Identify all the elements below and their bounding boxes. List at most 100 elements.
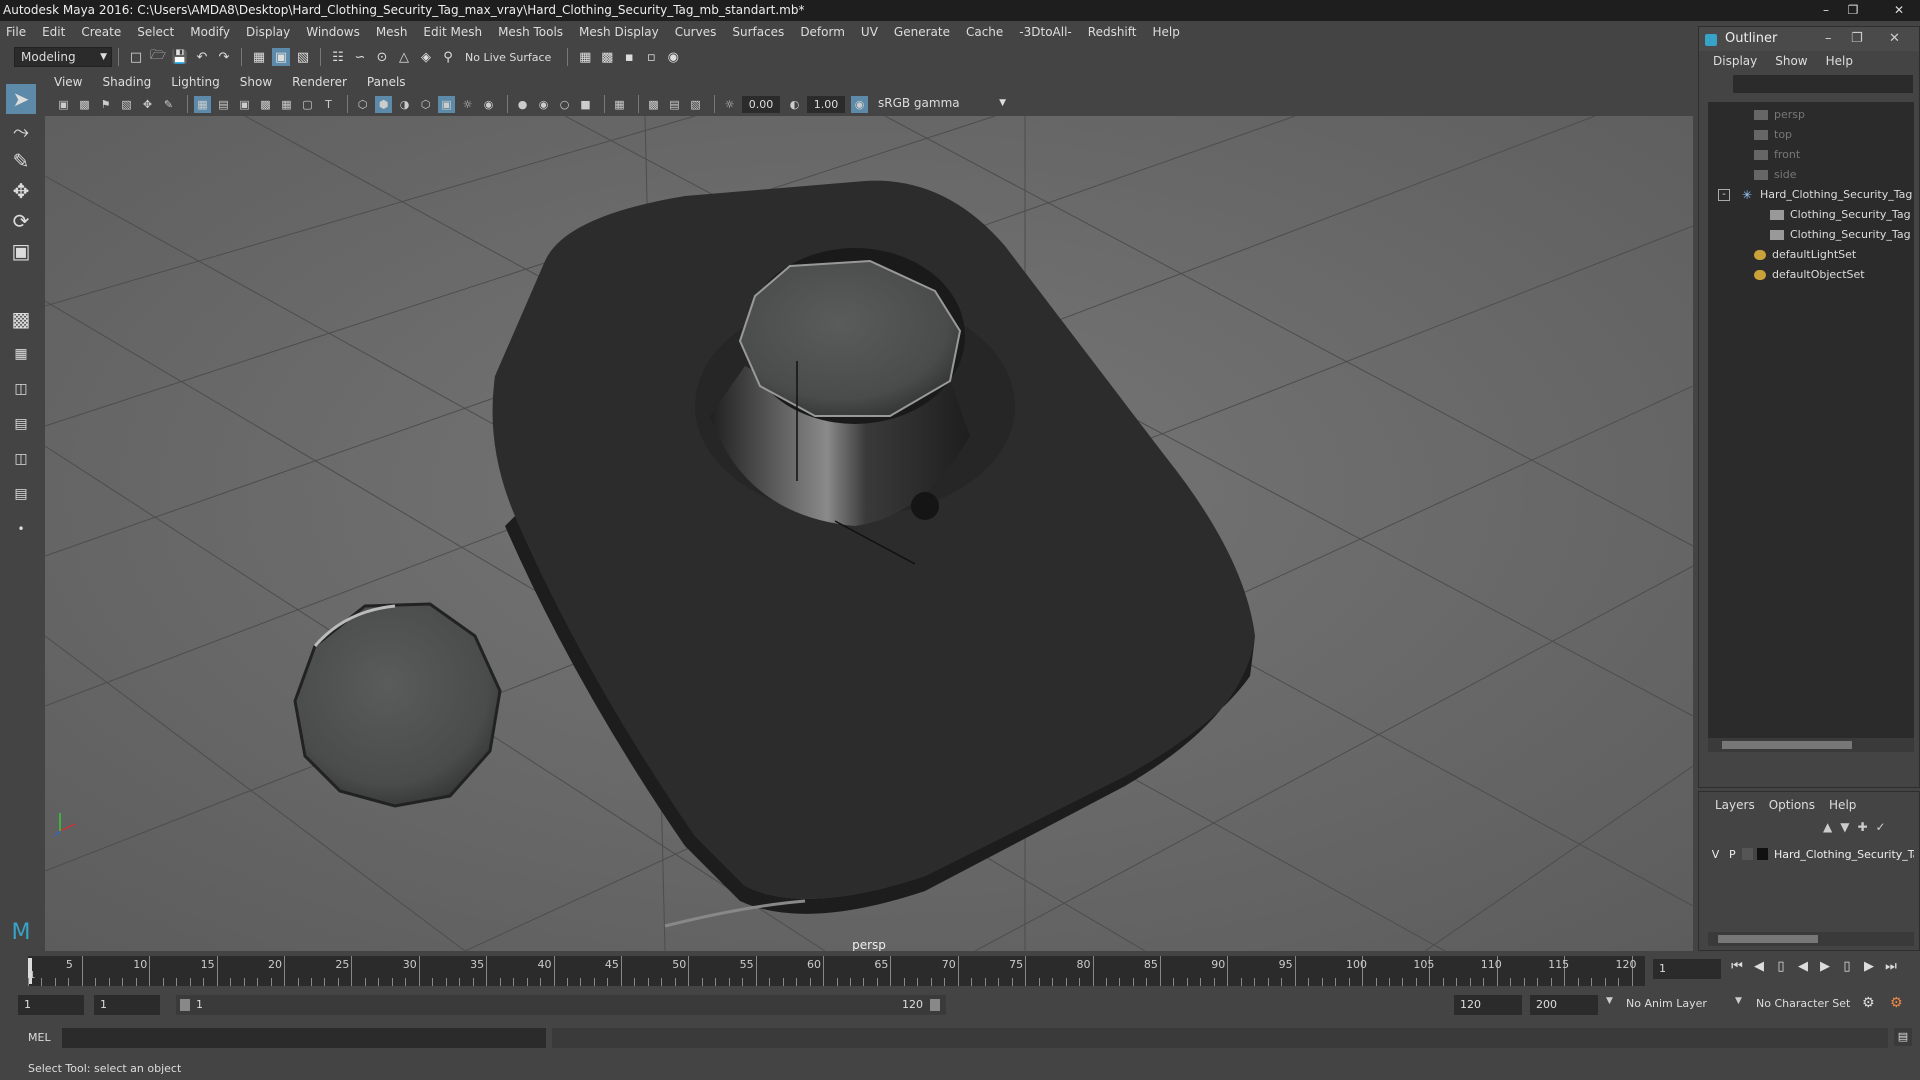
auto-key-icon[interactable]: ⚙ xyxy=(1862,995,1875,1011)
layer-visibility-toggle[interactable]: V xyxy=(1708,848,1723,861)
tree-item-mesh-2[interactable]: Clothing_Security_Tag xyxy=(1770,226,1914,244)
vp-menu-view[interactable]: View xyxy=(54,75,82,89)
select-tool-icon[interactable]: ➤ xyxy=(6,84,36,114)
menu-uv[interactable]: UV xyxy=(861,25,878,39)
render-current-icon[interactable]: ▪ xyxy=(620,48,638,66)
textured-icon[interactable]: ◉ xyxy=(480,96,497,113)
render-settings-icon[interactable]: ▦ xyxy=(576,48,594,66)
depth-of-field-icon[interactable]: ■ xyxy=(577,96,594,113)
antialiasing-icon[interactable]: ○ xyxy=(556,96,573,113)
two-d-pan-icon[interactable]: ✥ xyxy=(139,96,156,113)
menu-mesh[interactable]: Mesh xyxy=(376,25,408,39)
xray-joints-icon[interactable]: ▩ xyxy=(645,96,662,113)
undo-icon[interactable]: ↶ xyxy=(193,48,211,66)
step-back-frame-icon[interactable]: ▯ xyxy=(1770,959,1792,974)
restore-icon[interactable]: ❐ xyxy=(1842,0,1864,21)
command-input[interactable] xyxy=(62,1028,546,1048)
timeline-ruler[interactable]: 1 5 10 15 20 25 30 35 40 45 50 55 60 65 70 75 80 85 90 95 1… xyxy=(28,956,1645,986)
playback-start-field[interactable]: 1 xyxy=(94,995,160,1015)
menu-windows[interactable]: Windows xyxy=(306,25,360,39)
layout-two-icon[interactable]: ◫ xyxy=(6,374,36,404)
menu-cache[interactable]: Cache xyxy=(966,25,1003,39)
isolate-select-icon[interactable]: ▦ xyxy=(611,96,628,113)
exposure-icon[interactable]: ☼ xyxy=(721,96,738,113)
close-icon[interactable]: ✕ xyxy=(1889,27,1900,51)
menu-file[interactable]: File xyxy=(6,25,26,39)
layers-hscrollbar[interactable] xyxy=(1708,932,1914,946)
bookmark-icon[interactable]: ⚑ xyxy=(97,96,114,113)
lasso-tool-icon[interactable]: ⤳ xyxy=(6,116,36,146)
gamma-field[interactable]: 1.00 xyxy=(807,95,845,113)
snap-surface-icon[interactable]: ◈ xyxy=(417,48,435,66)
layers-menu-layers[interactable]: Layers xyxy=(1715,798,1755,812)
wireframe-icon[interactable]: ⬡ xyxy=(354,96,371,113)
restore-icon[interactable]: ❐ xyxy=(1851,27,1863,51)
scene-start-field[interactable]: 1 xyxy=(18,995,84,1015)
film-gate-icon[interactable]: ▤ xyxy=(215,96,232,113)
range-handle-end[interactable] xyxy=(930,999,940,1011)
gate-mask-icon[interactable]: ▩ xyxy=(257,96,274,113)
layout-graph-icon[interactable]: ◫ xyxy=(6,444,36,474)
menu-surfaces[interactable]: Surfaces xyxy=(732,25,784,39)
camera-attributes-icon[interactable]: ▩ xyxy=(76,96,93,113)
color-management-icon[interactable]: ◉ xyxy=(851,95,868,113)
scale-tool-icon[interactable]: ▣ xyxy=(6,236,36,266)
select-hierarchy-icon[interactable]: ▦ xyxy=(250,48,268,66)
menu-modify[interactable]: Modify xyxy=(190,25,230,39)
character-set-label[interactable]: No Character Set xyxy=(1756,997,1850,1010)
tree-item-top[interactable]: top xyxy=(1754,126,1792,144)
open-scene-icon[interactable]: 🗁 xyxy=(149,48,167,66)
minimize-icon[interactable]: – xyxy=(1815,0,1837,21)
wireframe-on-shaded-icon[interactable]: ⬡ xyxy=(417,96,434,113)
outliner-tree[interactable]: persp top front side - ✳ Hard_Clothing_Sec… xyxy=(1708,102,1914,752)
hscroll-thumb[interactable] xyxy=(1718,935,1818,943)
outliner-hscrollbar[interactable] xyxy=(1708,738,1914,752)
vp-menu-shading[interactable]: Shading xyxy=(102,75,151,89)
vp-menu-show[interactable]: Show xyxy=(240,75,272,89)
ipr-render-icon[interactable]: ▫ xyxy=(642,48,660,66)
tree-item-group[interactable]: - ✳ Hard_Clothing_Security_Tag xyxy=(1718,186,1914,204)
gamma-icon[interactable]: ◐ xyxy=(786,96,803,113)
default-material-icon[interactable]: ◑ xyxy=(396,96,413,113)
layers-menu-help[interactable]: Help xyxy=(1829,798,1856,812)
menu-deform[interactable]: Deform xyxy=(800,25,845,39)
grease-pencil-icon[interactable]: ✎ xyxy=(160,96,177,113)
hypershade-icon[interactable]: ◉ xyxy=(664,48,682,66)
vp-menu-renderer[interactable]: Renderer xyxy=(292,75,347,89)
3d-viewport[interactable]: persp xyxy=(45,116,1693,951)
outliner-menu-show[interactable]: Show xyxy=(1775,54,1807,68)
new-layer-icon[interactable]: ✚ xyxy=(1857,820,1867,834)
paint-select-tool-icon[interactable]: ✎ xyxy=(6,146,36,176)
snap-grid-icon[interactable]: ☷ xyxy=(329,48,347,66)
snap-curve-icon[interactable]: ∽ xyxy=(351,48,369,66)
lights-icon[interactable]: ☼ xyxy=(459,96,476,113)
menu-3dtoall[interactable]: -3DtoAll- xyxy=(1019,25,1071,39)
command-language-label[interactable]: MEL xyxy=(28,1031,51,1044)
resolution-gate-icon[interactable]: ▣ xyxy=(236,96,253,113)
outliner-menu-help[interactable]: Help xyxy=(1826,54,1853,68)
vp-menu-panels[interactable]: Panels xyxy=(367,75,406,89)
select-component-icon[interactable]: ▧ xyxy=(294,48,312,66)
tree-item-front[interactable]: front xyxy=(1754,146,1800,164)
layout-four-icon[interactable]: ▦ xyxy=(6,339,36,369)
collapse-icon[interactable]: - xyxy=(1718,189,1730,201)
menu-display[interactable]: Display xyxy=(246,25,290,39)
menu-create[interactable]: Create xyxy=(81,25,121,39)
current-frame-field[interactable]: 1 xyxy=(1653,959,1721,979)
color-space-dropdown[interactable]: sRGB gamma ▼ xyxy=(872,95,1010,113)
snap-point-icon[interactable]: ⊙ xyxy=(373,48,391,66)
layer-playback-toggle[interactable]: P xyxy=(1723,848,1742,861)
play-forward-icon[interactable]: ▶ xyxy=(1814,959,1836,974)
exposure-field[interactable]: 0.00 xyxy=(742,95,780,113)
range-handle-start[interactable] xyxy=(180,999,190,1011)
preferences-icon[interactable]: ⚙ xyxy=(1890,995,1903,1011)
step-forward-key-icon[interactable]: ▶ xyxy=(1858,959,1880,974)
shadows-icon[interactable]: ● xyxy=(514,96,531,113)
playback-end-field[interactable]: 120 xyxy=(1454,995,1522,1015)
more-layouts-icon[interactable]: • xyxy=(6,514,36,544)
snap-view-icon[interactable]: △ xyxy=(395,48,413,66)
menu-redshift[interactable]: Redshift xyxy=(1088,25,1137,39)
rotate-tool-icon[interactable]: ⟳ xyxy=(6,206,36,236)
ambient-occlusion-icon[interactable]: ◉ xyxy=(535,96,552,113)
menu-help[interactable]: Help xyxy=(1152,25,1179,39)
